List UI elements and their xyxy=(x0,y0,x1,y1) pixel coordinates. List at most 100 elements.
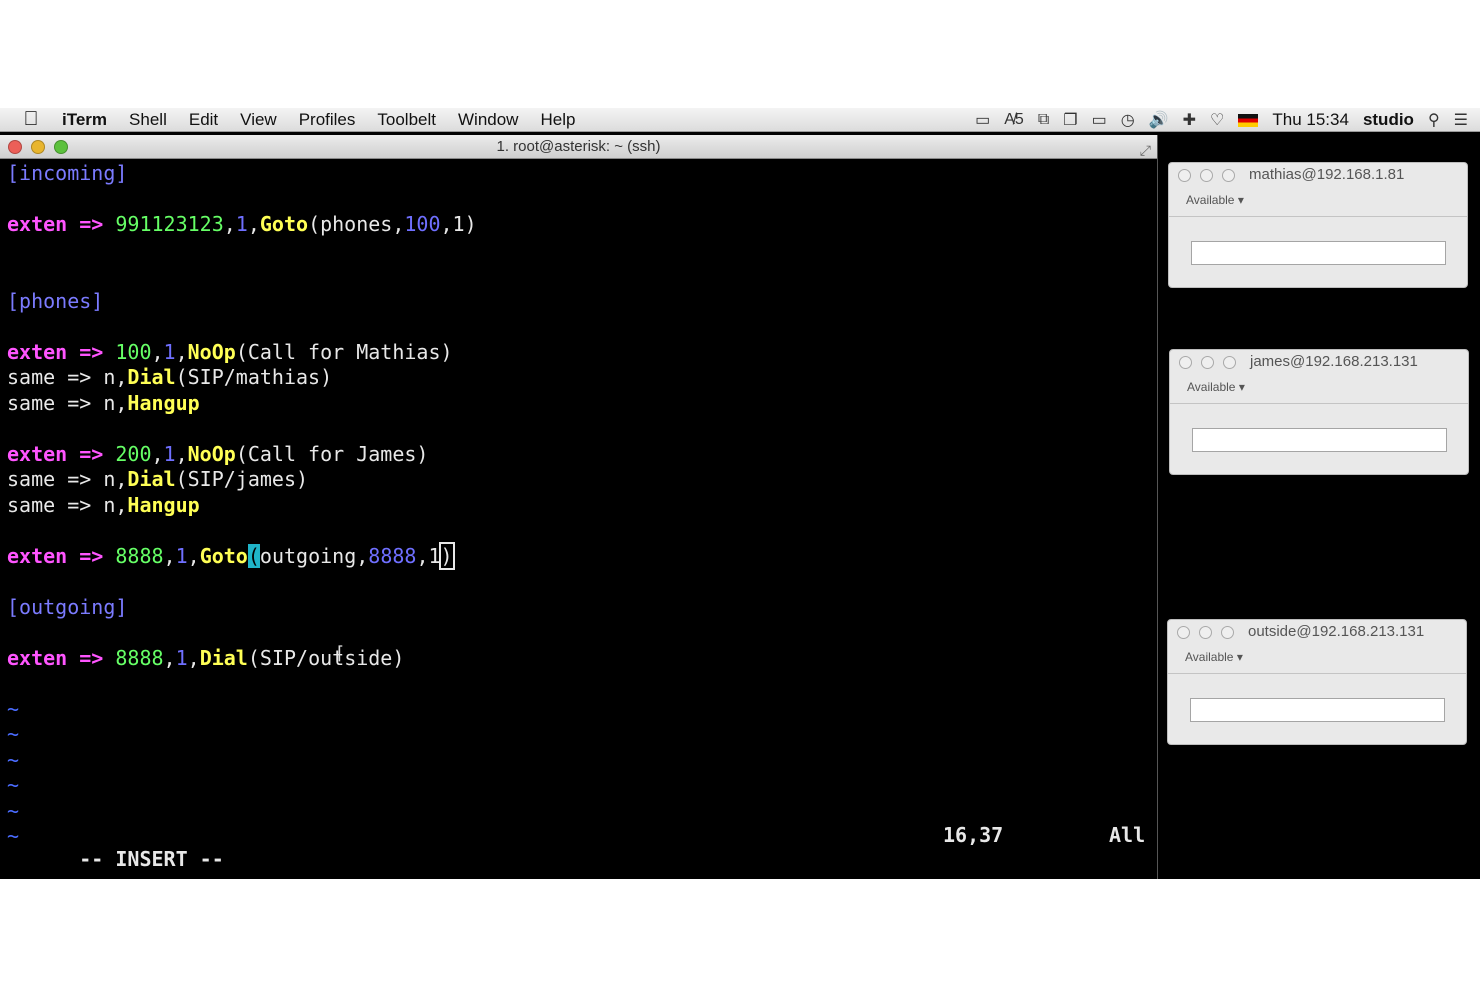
code-line: exten => 200,1,NoOp(Call for James) xyxy=(7,441,429,466)
zoom-button[interactable] xyxy=(1223,356,1236,369)
chat-window-mathias[interactable]: mathias@192.168.1.81 Available ▾ xyxy=(1168,162,1468,288)
code-line: same => n,Dial(SIP/james) xyxy=(7,467,309,491)
search-icon[interactable]: ⚲ xyxy=(1428,110,1440,130)
presence-label: Available xyxy=(1186,193,1235,207)
code-line: [incoming] xyxy=(7,161,128,185)
empty-line-marker: ~ xyxy=(7,696,20,721)
chevron-down-icon: ▾ xyxy=(1238,380,1245,394)
menu-help[interactable]: Help xyxy=(529,110,586,130)
vim-statusline: -- INSERT -- 16,37 All xyxy=(7,823,1147,879)
chat-window-controls xyxy=(1179,356,1236,369)
screen:  iTerm Shell Edit View Profiles Toolbel… xyxy=(0,108,1480,879)
presence-dropdown[interactable]: Available ▾ xyxy=(1186,193,1244,207)
chat-title: james@192.168.213.131 xyxy=(1250,353,1418,370)
vim-mode: -- INSERT -- xyxy=(79,847,224,871)
menubar:  iTerm Shell Edit View Profiles Toolbel… xyxy=(0,108,1480,132)
status-area: ▭ A̸5 ⧉ ❐ ▭ ◷ 🔊 ✚ ♡ Thu 15:34 studio ⚲ ☰ xyxy=(975,108,1480,132)
minimize-button[interactable] xyxy=(1200,169,1213,182)
code-line: [outgoing] xyxy=(7,594,128,619)
zoom-button[interactable] xyxy=(54,140,68,154)
code-line: exten => 8888,1,Goto(outgoing,8888,1) xyxy=(7,541,455,570)
code-line: same => n,Hangup xyxy=(7,390,200,415)
presence-dropdown[interactable]: Available ▾ xyxy=(1185,650,1243,664)
close-button[interactable] xyxy=(1179,356,1192,369)
chevron-down-icon: ▾ xyxy=(1236,650,1243,664)
chat-window-james[interactable]: james@192.168.213.131 Available ▾ xyxy=(1169,349,1469,475)
list-icon[interactable]: ☰ xyxy=(1454,110,1468,130)
code-line: same => n,Hangup xyxy=(7,492,200,517)
menu-profiles[interactable]: Profiles xyxy=(288,110,367,130)
code-line: [phones] xyxy=(7,288,104,313)
close-button[interactable] xyxy=(1178,169,1191,182)
menu-shell[interactable]: Shell xyxy=(118,110,178,130)
window-icon[interactable]: ⧉ xyxy=(1038,111,1049,129)
zoom-button[interactable] xyxy=(1221,626,1234,639)
minimize-button[interactable] xyxy=(1199,626,1212,639)
vim-cursor-position: 16,37 xyxy=(943,823,1004,847)
fullscreen-icon[interactable]: ⤢ xyxy=(1140,138,1151,162)
empty-line-marker: ~ xyxy=(7,798,20,823)
badge-count: 5 xyxy=(1014,111,1024,128)
menu-view[interactable]: View xyxy=(229,110,288,130)
airplay-icon[interactable]: ▭ xyxy=(975,110,990,130)
minimize-button[interactable] xyxy=(1201,356,1214,369)
minimize-button[interactable] xyxy=(31,140,45,154)
chat-message-input[interactable] xyxy=(1190,698,1445,722)
close-button[interactable] xyxy=(8,140,22,154)
presence-label: Available xyxy=(1187,380,1236,394)
menu-iterm[interactable]: iTerm xyxy=(62,110,118,130)
zoom-button[interactable] xyxy=(1222,169,1235,182)
chat-message-input[interactable] xyxy=(1191,241,1446,265)
presence-dropdown[interactable]: Available ▾ xyxy=(1187,380,1245,394)
empty-line-marker: ~ xyxy=(7,773,20,797)
menubar-clock[interactable]: Thu 15:34 xyxy=(1272,110,1349,130)
adobe-icon[interactable]: A̸5 xyxy=(1004,111,1024,129)
empty-line-marker: ~ xyxy=(7,747,20,772)
chat-message-input[interactable] xyxy=(1192,428,1447,452)
chat-window-outside[interactable]: outside@192.168.213.131 Available ▾ xyxy=(1167,619,1467,745)
menu-toolbelt[interactable]: Toolbelt xyxy=(366,110,447,130)
chat-window-controls xyxy=(1178,169,1235,182)
bluetooth-icon[interactable]: ✚ xyxy=(1183,110,1196,130)
menu-window[interactable]: Window xyxy=(447,110,529,130)
time-machine-icon[interactable]: ◷ xyxy=(1121,110,1135,130)
vim-scroll-indicator: All xyxy=(1109,823,1146,847)
close-button[interactable] xyxy=(1177,626,1190,639)
wifi-icon[interactable]: ♡ xyxy=(1210,110,1224,130)
display-icon[interactable]: ▭ xyxy=(1092,110,1107,130)
code-line: exten => 991123123,1,Goto(phones,100,1) xyxy=(7,212,477,236)
apple-menu-icon[interactable]:  xyxy=(0,108,62,131)
german-flag-icon[interactable] xyxy=(1238,113,1259,127)
chat-title: outside@192.168.213.131 xyxy=(1248,623,1425,640)
terminal-window[interactable]: 1. root@asterisk: ~ (ssh) ⤢ [incoming] e… xyxy=(0,135,1158,879)
chevron-down-icon: ▾ xyxy=(1237,193,1244,207)
code-line: exten => 8888,1,Dial(SIP/outside) xyxy=(7,645,405,670)
chat-title: mathias@192.168.1.81 xyxy=(1249,166,1405,183)
terminal-content[interactable]: [incoming] exten => 991123123,1,Goto(pho… xyxy=(0,159,1157,850)
terminal-titlebar[interactable]: 1. root@asterisk: ~ (ssh) ⤢ xyxy=(0,135,1157,159)
empty-line-marker: ~ xyxy=(7,722,20,746)
volume-icon[interactable]: 🔊 xyxy=(1149,110,1169,130)
chat-window-controls xyxy=(1177,626,1234,639)
window-controls xyxy=(8,140,68,154)
code-line: exten => 100,1,NoOp(Call for Mathias) xyxy=(7,339,453,364)
chat-header: james@192.168.213.131 Available ▾ xyxy=(1170,350,1468,404)
windows-icon[interactable]: ❐ xyxy=(1063,110,1077,130)
code-line: same => n,Dial(SIP/mathias) xyxy=(7,365,333,389)
menubar-user[interactable]: studio xyxy=(1363,110,1414,130)
terminal-title: 1. root@asterisk: ~ (ssh) xyxy=(496,138,661,155)
chat-header: mathias@192.168.1.81 Available ▾ xyxy=(1169,163,1467,217)
chat-header: outside@192.168.213.131 Available ▾ xyxy=(1168,620,1466,674)
menu-edit[interactable]: Edit xyxy=(178,110,229,130)
presence-label: Available xyxy=(1185,650,1234,664)
mouse-cursor-icon: ⌈ xyxy=(337,643,345,663)
